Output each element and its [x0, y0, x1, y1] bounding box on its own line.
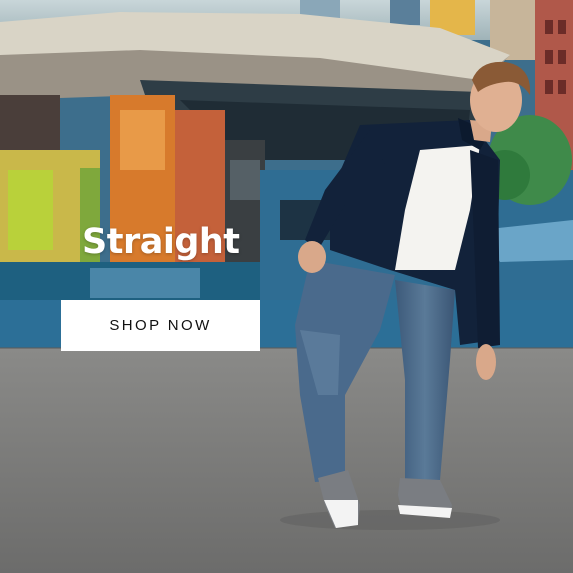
studio-floor: [0, 348, 573, 573]
category-headline: Straight: [82, 222, 240, 262]
shop-now-button[interactable]: SHOP NOW: [61, 300, 260, 351]
promo-banner[interactable]: Straight SHOP NOW: [0, 0, 573, 573]
hero-photo: [0, 0, 573, 573]
